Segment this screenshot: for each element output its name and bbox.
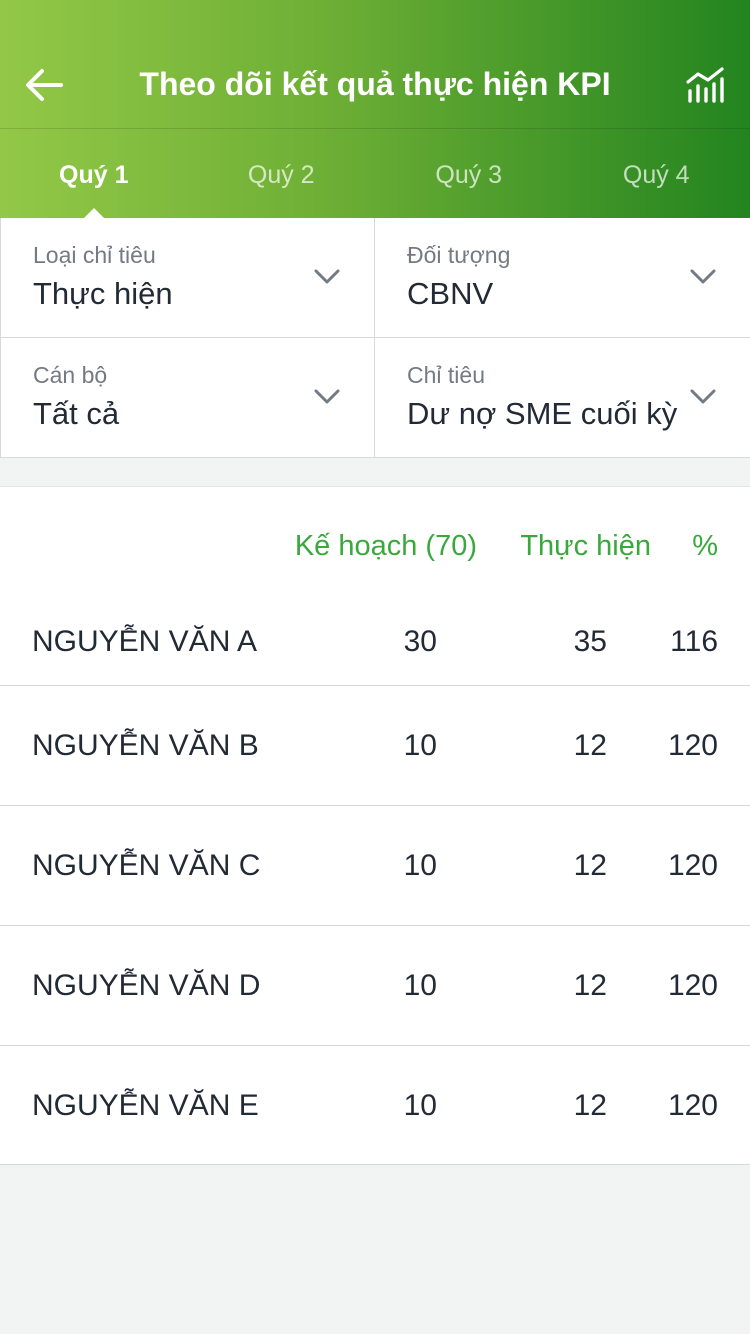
staff-label: Cán bộ <box>33 362 108 388</box>
column-header-percent: % <box>692 530 718 562</box>
actual-value: 12 <box>573 1089 607 1122</box>
plan-value: 10 <box>403 849 437 882</box>
column-header-plan: Kế hoạch (70) <box>294 530 477 562</box>
top-bar: Theo dõi kết quả thực hiện KPI <box>0 40 750 128</box>
tab-quarter-2[interactable]: Quý 2 <box>188 129 376 218</box>
target-label: Chỉ tiêu <box>407 362 485 388</box>
page-title: Theo dõi kết quả thực hiện KPI <box>139 66 611 102</box>
chevron-down-icon <box>314 269 340 284</box>
staff-name: NGUYỄN VĂN E <box>32 1089 259 1122</box>
table-row[interactable]: NGUYỄN VĂN D 10 12 120 <box>0 926 750 1046</box>
table-row[interactable]: NGUYỄN VĂN C 10 12 120 <box>0 806 750 926</box>
percent-value: 120 <box>667 969 718 1002</box>
filter-panel: Loại chỉ tiêu Thực hiện Đối tượng CBNV C… <box>0 218 750 458</box>
indicator-type-value: Thực hiện <box>33 276 173 311</box>
staff-name: NGUYỄN VĂN D <box>32 969 261 1002</box>
staff-name: NGUYỄN VĂN B <box>32 729 259 762</box>
chevron-down-icon <box>690 269 716 284</box>
chevron-down-icon <box>690 389 716 404</box>
actual-value: 12 <box>573 969 607 1002</box>
indicator-type-dropdown[interactable]: Loại chỉ tiêu Thực hiện <box>0 218 375 338</box>
header: Theo dõi kết quả thực hiện KPI Quý 1 Quý… <box>0 0 750 218</box>
chart-button[interactable] <box>682 60 728 110</box>
percent-value: 116 <box>670 625 718 658</box>
chevron-down-icon <box>314 389 340 404</box>
plan-value: 10 <box>403 1089 437 1122</box>
table-row[interactable]: NGUYỄN VĂN E 10 12 120 <box>0 1046 750 1166</box>
plan-value: 30 <box>403 625 437 658</box>
staff-value: Tất cả <box>33 396 120 431</box>
quarter-tabs: Quý 1 Quý 2 Quý 3 Quý 4 <box>0 129 750 218</box>
arrow-left-icon <box>26 69 63 101</box>
subject-label: Đối tượng <box>407 242 511 268</box>
percent-value: 120 <box>667 849 718 882</box>
table-row[interactable]: NGUYỄN VĂN A 30 35 116 <box>0 605 750 686</box>
table-row[interactable]: NGUYỄN VĂN B 10 12 120 <box>0 686 750 806</box>
tab-quarter-3[interactable]: Quý 3 <box>375 129 563 218</box>
kpi-table: Kế hoạch (70) Thực hiện % NGUYỄN VĂN A 3… <box>0 486 750 1165</box>
percent-value: 120 <box>667 1089 718 1122</box>
target-dropdown[interactable]: Chỉ tiêu Dư nợ SME cuối kỳ <box>375 338 750 458</box>
actual-value: 12 <box>573 849 607 882</box>
percent-value: 120 <box>667 729 718 762</box>
indicator-type-label: Loại chỉ tiêu <box>33 242 156 268</box>
plan-value: 10 <box>403 969 437 1002</box>
staff-name: NGUYỄN VĂN C <box>32 849 261 882</box>
tab-quarter-1[interactable]: Quý 1 <box>0 129 188 218</box>
staff-name: NGUYỄN VĂN A <box>32 625 258 658</box>
kpi-tracking-screen: Theo dõi kết quả thực hiện KPI Quý 1 Quý… <box>0 0 750 1334</box>
plan-value: 10 <box>403 729 437 762</box>
target-value: Dư nợ SME cuối kỳ <box>407 396 678 431</box>
chart-icon <box>686 67 724 103</box>
subject-dropdown[interactable]: Đối tượng CBNV <box>375 218 750 338</box>
subject-value: CBNV <box>407 276 494 311</box>
staff-dropdown[interactable]: Cán bộ Tất cả <box>0 338 375 458</box>
table-header: Kế hoạch (70) Thực hiện % <box>0 487 750 605</box>
tab-quarter-4[interactable]: Quý 4 <box>563 129 750 218</box>
actual-value: 12 <box>573 729 607 762</box>
actual-value: 35 <box>573 625 607 658</box>
column-header-actual: Thực hiện <box>520 530 651 562</box>
back-button[interactable] <box>20 58 68 112</box>
